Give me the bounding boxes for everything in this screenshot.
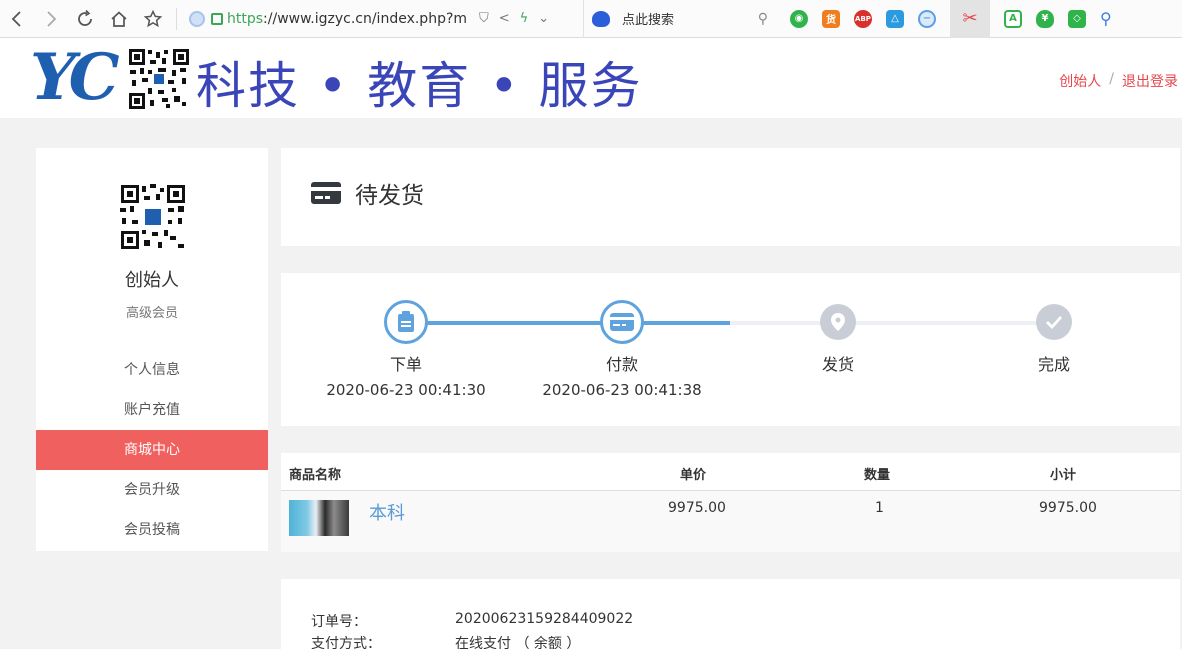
sidebar-item-mall[interactable]: 商城中心 [36,430,268,470]
user-name: 创始人 [125,270,179,291]
wechat-extension-icon[interactable]: ◉ [790,9,808,28]
triangle-extension-icon[interactable]: △ [886,9,904,28]
step-order: 下单 2020-06-23 00:41:30 [306,300,506,399]
reload-button[interactable] [68,0,102,38]
location-pin-icon [831,313,845,331]
search-box[interactable]: 点此搜索 ⚲ [583,0,778,38]
table-header: 商品名称 单价 数量 小计 [281,453,1180,491]
sidebar-item-submit[interactable]: 会员投稿 [36,510,268,550]
logout-link[interactable]: 退出登录 [1122,71,1178,91]
step-complete: 完成 [954,300,1154,381]
forward-button[interactable] [34,0,68,38]
order-items-table: 商品名称 单价 数量 小计 本科 9975.00 1 9975.00 [281,453,1180,552]
order-number-value: 20200623159284409022 [455,611,634,627]
user-link[interactable]: 创始人 [1059,71,1101,91]
lock-icon [211,12,223,25]
browser-toolbar: https://www.igzyc.cn/index.php?m= ⛉ < ϟ … [0,0,1182,38]
gamepad-extension-icon[interactable]: ◇ [1068,9,1086,28]
user-sidebar: 创始人 高级会员 个人信息 账户充值 商城中心 会员升级 会员投稿 [36,148,268,551]
lightning-icon[interactable]: ϟ [520,11,529,26]
step-shipping-label: 发货 [821,355,854,374]
product-subtotal: 9975.00 [1039,500,1097,516]
step-payment-circle [600,300,644,344]
address-actions: ⛉ < ϟ ⌄ [479,11,549,26]
step-order-label: 下单 [389,355,422,374]
product-quantity: 1 [875,500,884,516]
step-order-time: 2020-06-23 00:41:30 [326,381,486,399]
step-complete-circle [1036,304,1072,340]
header-quantity: 数量 [864,468,891,483]
huo-extension-icon[interactable]: 货 [822,9,840,28]
clipboard-icon [398,311,414,332]
step-shipping-circle [820,304,856,340]
card-icon [610,313,634,331]
order-progress-panel: 下单 2020-06-23 00:41:30 付款 2020-06-23 00:… [281,273,1180,426]
search-icon[interactable]: ⚲ [758,11,768,27]
step-payment: 付款 2020-06-23 00:41:38 [522,300,722,399]
security-shield-icon[interactable]: ⛉ [479,11,489,26]
minus-circle-extension-icon[interactable]: − [918,9,936,28]
magnifier-extension-icon[interactable]: ⚲ [1100,9,1112,28]
site-header: YC 科技 • 教育 • 服务 创始人 / 退出登录 [0,38,1182,118]
address-bar[interactable]: https://www.igzyc.cn/index.php?m= ⛉ < ϟ … [183,0,583,38]
step-payment-label: 付款 [605,355,638,374]
order-info-panel: 订单号： 20200623159284409022 支付方式： 在线支付 （ 余… [281,579,1180,649]
link-separator: / [1109,71,1114,87]
reload-icon [78,9,92,26]
header-unit-price: 单价 [680,468,707,483]
forward-arrow-icon [47,10,57,27]
order-number-label: 订单号： [311,614,367,630]
chevron-down-icon[interactable]: ⌄ [538,11,549,26]
back-arrow-icon [11,10,21,27]
payment-method-label: 支付方式： [311,636,381,649]
star-icon [143,9,163,27]
table-row: 本科 9975.00 1 9975.00 [281,491,1180,552]
scissors-extension-button[interactable]: ✂ [950,0,990,38]
product-name-link[interactable]: 本科 [369,499,405,525]
header-subtotal: 小计 [1050,468,1077,483]
translate-extension-icon[interactable]: A [1004,9,1022,28]
back-button[interactable] [0,0,34,38]
step-order-circle [384,300,428,344]
baidu-icon [592,10,610,27]
shield-yen-extension-icon[interactable]: ¥ [1036,9,1054,28]
sidebar-item-recharge[interactable]: 账户充值 [36,390,268,430]
order-status-title: 待发货 [355,183,424,209]
sidebar-menu: 个人信息 账户充值 商城中心 会员升级 会员投稿 [36,350,268,550]
credit-card-icon [311,182,341,204]
sidebar-item-profile[interactable]: 个人信息 [36,350,268,390]
user-level: 高级会员 [125,306,178,321]
header-product-name: 商品名称 [289,468,342,483]
url-text[interactable]: https://www.igzyc.cn/index.php?m= [227,11,467,27]
search-placeholder[interactable]: 点此搜索 [622,9,758,28]
product-unit-price: 9975.00 [668,500,726,516]
bookmark-button[interactable] [136,0,170,38]
share-icon[interactable]: < [499,11,510,26]
step-shipping: 发货 [738,300,938,381]
payment-method-value: 在线支付 （ 余额 ） [455,636,581,649]
extensions-bar: ◉ 货 ABP △ − ✂ A ¥ ◇ ⚲ [790,0,1112,38]
sidebar-item-upgrade[interactable]: 会员升级 [36,470,268,510]
site-logo[interactable]: YC [30,46,122,116]
toolbar-divider [176,7,177,30]
step-complete-label: 完成 [1037,355,1070,374]
order-status-panel: 待发货 [281,148,1180,246]
adblock-extension-icon[interactable]: ABP [854,9,872,28]
home-button[interactable] [102,0,136,38]
site-slogan: 科技 • 教育 • 服务 [196,57,643,115]
site-info-icon[interactable] [189,10,205,27]
qr-code-icon [128,48,190,110]
user-links: 创始人 / 退出登录 [1059,71,1178,91]
product-thumbnail[interactable] [289,500,349,536]
home-icon [111,10,127,27]
check-icon [1046,316,1063,329]
step-payment-time: 2020-06-23 00:41:38 [542,381,702,399]
scissors-icon: ✂ [962,8,978,29]
avatar[interactable] [118,182,188,252]
